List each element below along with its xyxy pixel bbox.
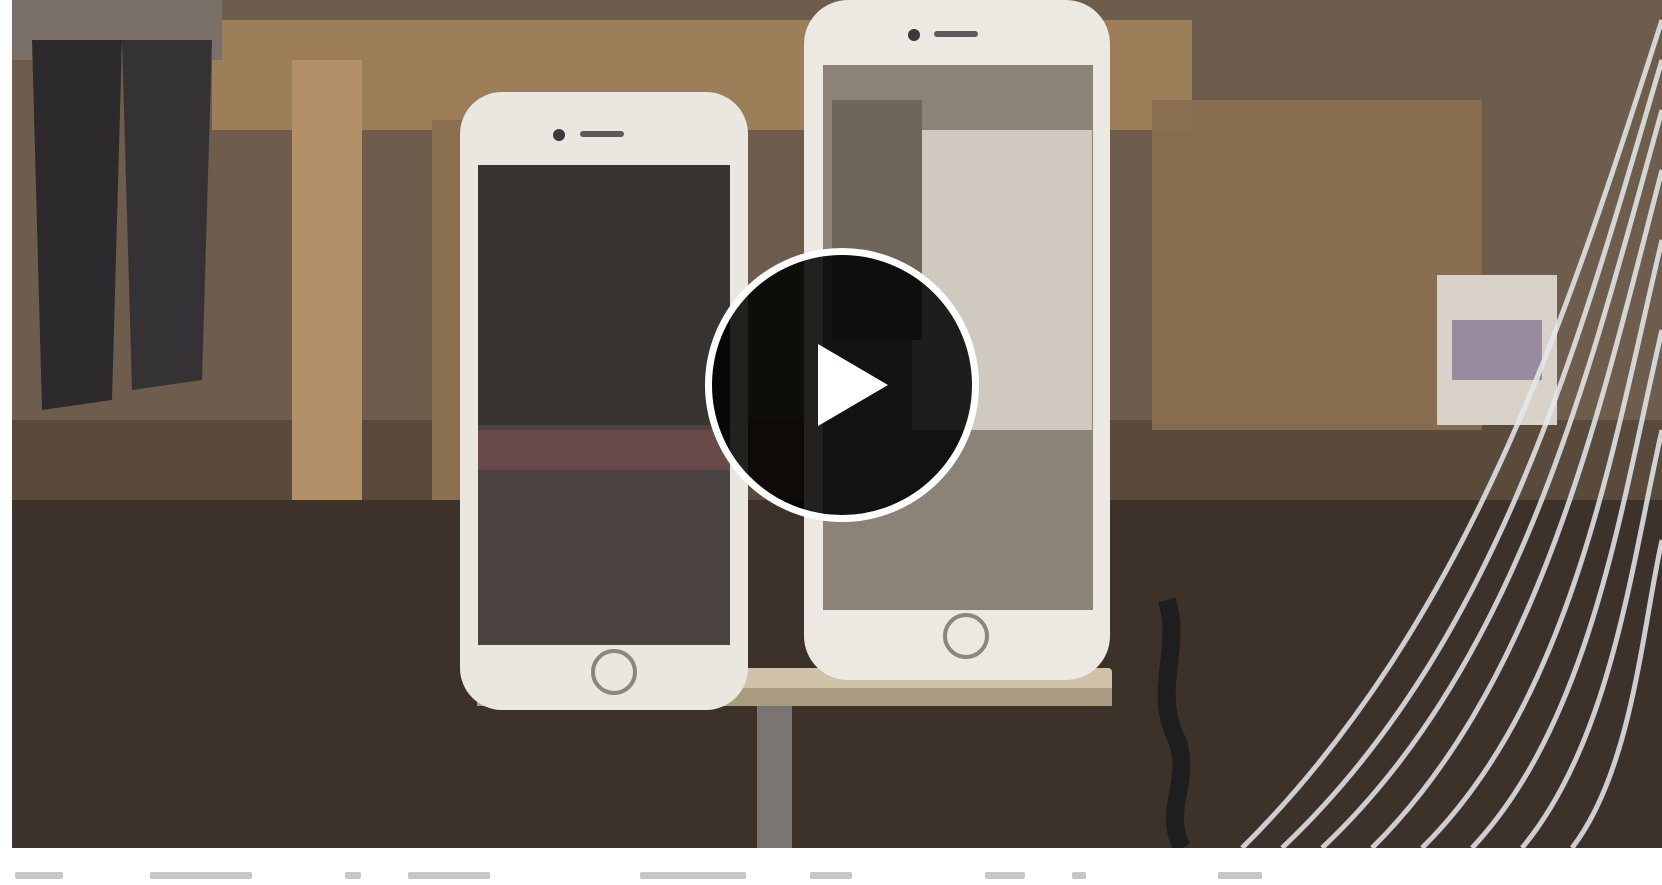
caption-text-fragment xyxy=(15,872,63,879)
caption-text-fragment xyxy=(810,872,852,879)
caption-text-fragment xyxy=(408,872,490,879)
caption-text-fragment xyxy=(150,872,252,879)
caption-text-fragment xyxy=(345,872,361,879)
play-icon xyxy=(818,344,888,426)
caption-text-fragment xyxy=(1218,872,1262,879)
caption-text-fragment xyxy=(1072,872,1086,879)
play-button[interactable] xyxy=(705,248,979,522)
caption-area xyxy=(0,848,1662,885)
caption-text-fragment xyxy=(985,872,1025,879)
caption-text-fragment xyxy=(640,872,746,879)
video-player[interactable] xyxy=(12,0,1662,848)
